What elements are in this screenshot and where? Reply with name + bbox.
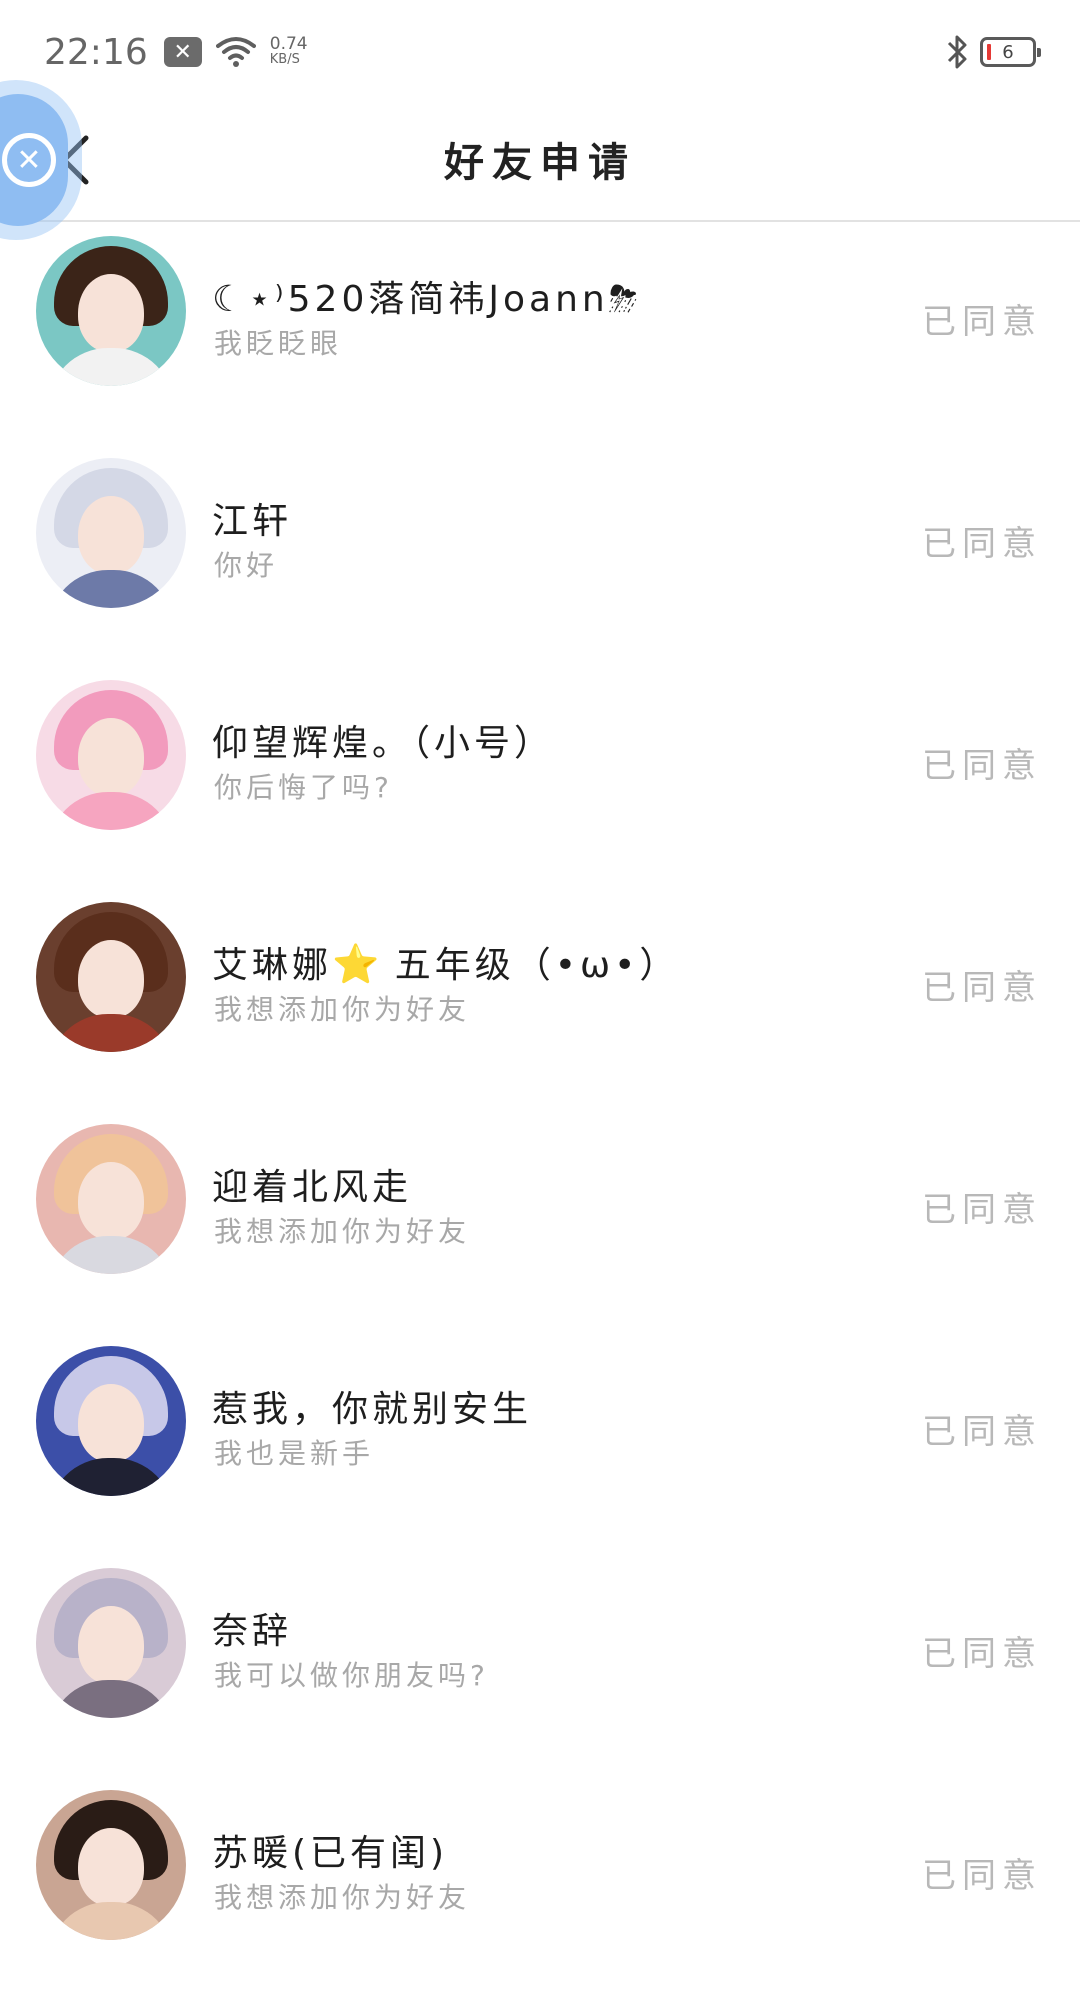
status-left: 22:16 ✕ 0.74 KB/S — [44, 32, 308, 73]
status-badge: 已同意 — [922, 746, 1042, 786]
avatar[interactable] — [36, 1568, 186, 1718]
notification-icon: ✕ — [163, 37, 202, 67]
request-message: 你后悔了吗? — [214, 771, 393, 804]
app-header: 好友申请 — [0, 104, 1080, 222]
wifi-icon — [215, 36, 256, 68]
requester-name: 奈辞 — [212, 1611, 293, 1652]
list-item[interactable]: 江轩 你好 已同意 — [0, 444, 1080, 666]
requester-name: 仰望辉煌。（小号） — [212, 723, 555, 764]
requester-name: 艾琳娜⭐ 五年级（•ω•） — [212, 936, 679, 988]
list-item[interactable]: 惹我，你就别安生 我也是新手 已同意 — [0, 1332, 1080, 1554]
request-message: 我可以做你朋友吗? — [214, 1659, 489, 1692]
star-icon: ⭐ — [332, 942, 380, 986]
request-message: 你好 — [214, 549, 279, 582]
status-badge: 已同意 — [922, 1190, 1042, 1230]
floating-close-bubble[interactable]: ✕ — [0, 94, 68, 226]
status-badge: 已同意 — [922, 1412, 1042, 1452]
request-message: 我也是新手 — [214, 1437, 375, 1470]
avatar[interactable] — [36, 680, 186, 830]
battery-level: 6 — [1002, 41, 1014, 63]
list-item[interactable]: 仰望辉煌。（小号） 你后悔了吗? 已同意 — [0, 666, 1080, 888]
list-item[interactable]: 迎着北风走 我想添加你为好友 已同意 — [0, 1110, 1080, 1332]
list-item[interactable]: 艾琳娜⭐ 五年级（•ω•） 我想添加你为好友 已同意 — [0, 888, 1080, 1110]
network-speed-unit: KB/S — [269, 52, 300, 67]
request-message: 我想添加你为好友 — [214, 1881, 471, 1914]
friend-request-list: ☾⋆⁾520落简祎Joann⛈ 我眨眨眼 已同意 江轩 你好 已同意 仰望辉煌。… — [0, 222, 1080, 1998]
status-badge: 已同意 — [922, 968, 1042, 1008]
list-item[interactable]: ☾⋆⁾520落简祎Joann⛈ 我眨眨眼 已同意 — [0, 222, 1080, 444]
list-item[interactable]: 奈辞 我可以做你朋友吗? 已同意 — [0, 1554, 1080, 1776]
requester-name: 苏暖(已有闺) — [212, 1833, 449, 1874]
requester-name-part: 五年级（•ω•） — [379, 945, 680, 986]
list-item[interactable]: 苏暖(已有闺) 我想添加你为好友 已同意 — [0, 1776, 1080, 1998]
request-message: 我想添加你为好友 — [214, 993, 471, 1026]
avatar[interactable] — [36, 458, 186, 608]
bluetooth-icon — [946, 33, 970, 71]
requester-name: 迎着北风走 — [212, 1167, 413, 1208]
status-badge: 已同意 — [922, 524, 1042, 564]
avatar[interactable] — [36, 1790, 186, 1940]
network-speed: 0.74 KB/S — [270, 36, 308, 68]
avatar[interactable] — [36, 902, 186, 1052]
status-badge: 已同意 — [922, 1634, 1042, 1674]
battery-icon: 6 — [980, 37, 1041, 67]
status-badge: 已同意 — [922, 302, 1042, 342]
battery-low-indicator — [987, 44, 991, 60]
request-message: 我眨眨眼 — [214, 327, 343, 360]
requester-name-part: 艾琳娜 — [212, 945, 333, 986]
avatar[interactable] — [36, 1346, 186, 1496]
clock: 22:16 — [44, 31, 148, 73]
requester-name: 江轩 — [212, 501, 293, 542]
requester-name: 惹我，你就别安生 — [212, 1389, 533, 1430]
page-title: 好友申请 — [444, 140, 636, 186]
status-badge: 已同意 — [922, 1856, 1042, 1896]
requester-name: ☾⋆⁾520落简祎Joann⛈ — [212, 279, 642, 320]
close-icon: ✕ — [2, 133, 56, 187]
avatar[interactable] — [36, 236, 186, 386]
request-message: 我想添加你为好友 — [214, 1215, 471, 1248]
network-speed-value: 0.74 — [269, 34, 308, 54]
status-right: 6 — [946, 33, 1041, 71]
status-bar: 22:16 ✕ 0.74 KB/S 6 — [0, 0, 1080, 104]
avatar[interactable] — [36, 1124, 186, 1274]
